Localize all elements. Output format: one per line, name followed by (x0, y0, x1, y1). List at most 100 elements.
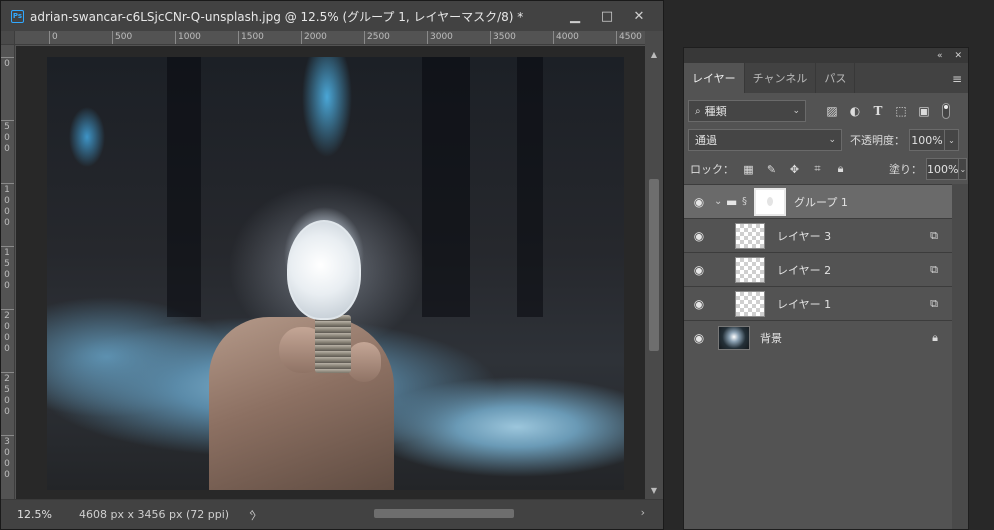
ruler-tick (1, 246, 14, 247)
visibility-eye-icon[interactable]: ◉ (684, 195, 714, 209)
blend-mode-select[interactable]: 通過 ⌄ (688, 129, 842, 151)
pixel-filter-icon[interactable]: ▨ (824, 103, 840, 119)
visibility-eye-icon[interactable]: ◉ (684, 263, 714, 277)
tab-paths[interactable]: パス (816, 63, 856, 93)
layer-thumbnail[interactable] (735, 222, 765, 249)
tab-channels[interactable]: チャンネル (745, 63, 817, 93)
vertical-scroll-thumb[interactable] (649, 179, 659, 351)
document-titlebar[interactable]: Ps adrian-swancar-c6LSjcCNr-Q-unsplash.j… (1, 1, 663, 31)
layer-thumbnail[interactable] (735, 256, 765, 283)
chevron-down-icon: ⌄ (792, 106, 800, 116)
layer-row-layer-2[interactable]: ◉ レイヤー 2 ⧉ (684, 253, 952, 287)
fill-label: 塗り： (889, 163, 922, 176)
ruler-tick (238, 31, 239, 44)
horizontal-scroll-thumb[interactable] (374, 509, 514, 518)
tree-trunk (517, 57, 543, 317)
lock-image-pixels-icon[interactable]: ✎ (765, 163, 778, 176)
ruler-label: 2500 (367, 32, 390, 42)
ruler-label: 3000 (430, 32, 453, 42)
blend-row: 通過 ⌄ 不透明度： 100% ⌄ (688, 129, 964, 151)
lock-icons: ▦ ✎ ✥ ⌗ 🔒︎ (742, 162, 847, 176)
layer-list-empty-area (684, 354, 952, 529)
layer-name[interactable]: グループ 1 (794, 194, 848, 210)
ruler-corner[interactable] (1, 31, 15, 45)
ruler-tick (427, 31, 428, 44)
visibility-eye-icon[interactable]: ◉ (684, 331, 714, 345)
visibility-eye-icon[interactable]: ◉ (684, 297, 714, 311)
opacity-input[interactable]: 100% (909, 129, 945, 151)
folder-icon: ▬ (726, 194, 738, 209)
horizontal-scrollbar[interactable]: ‹ › (249, 506, 645, 520)
adjustment-filter-icon[interactable]: ◐ (847, 103, 863, 119)
ruler-tick (175, 31, 176, 44)
lock-artboard-icon[interactable]: ⌗ (811, 162, 824, 176)
vertical-ruler[interactable]: 0 500 1000 1500 2000 2500 3000 (1, 45, 15, 499)
layer-name[interactable]: レイヤー 3 (777, 228, 831, 244)
ruler-tick (1, 435, 14, 436)
collapse-icon[interactable]: « (937, 51, 943, 61)
visibility-eye-icon[interactable]: ◉ (684, 229, 714, 243)
ruler-label: 4500 (619, 32, 642, 42)
layer-row-background[interactable]: ◉ 背景 🔒︎ (684, 321, 952, 355)
ruler-tick (616, 31, 617, 44)
ruler-tick (49, 31, 50, 44)
zoom-level[interactable]: 12.5% (17, 508, 57, 521)
layer-row-layer-3[interactable]: ◉ レイヤー 3 ⧉ (684, 219, 952, 253)
bulb-base-shape (315, 315, 351, 373)
layer-mask-thumbnail[interactable] (754, 187, 786, 216)
lock-position-icon[interactable]: ✥ (788, 163, 801, 176)
lock-all-icon[interactable]: 🔒︎ (834, 162, 847, 176)
layers-panel: « ✕ レイヤー チャンネル パス ≡ ⌕ 種類 ⌄ ▨ ◐ T ⬚ ▣ 通過 … (683, 47, 969, 530)
close-button[interactable]: ✕ (623, 1, 655, 31)
opacity-dropdown-icon[interactable]: ⌄ (945, 129, 959, 151)
ruler-label: 2000 (4, 311, 10, 354)
ruler-label: 1500 (4, 248, 10, 291)
layer-row-group-1[interactable]: ◉ ⌄ ▬ § グループ 1 (684, 185, 952, 219)
fill-input[interactable]: 100% (926, 158, 960, 180)
panel-close-icon[interactable]: ✕ (954, 51, 962, 61)
ruler-label: 4000 (556, 32, 579, 42)
ruler-label: 0 (52, 32, 58, 42)
tab-layers[interactable]: レイヤー (684, 63, 745, 93)
ruler-tick (553, 31, 554, 44)
ruler-label: 0 (4, 59, 10, 69)
lock-transparent-pixels-icon[interactable]: ▦ (742, 163, 755, 176)
layer-list-scrollbar[interactable] (952, 184, 968, 529)
vertical-scrollbar[interactable]: ▲ ▼ (645, 31, 663, 499)
mask-link-icon[interactable]: § (742, 196, 754, 207)
canvas-area[interactable] (16, 46, 645, 499)
layer-name[interactable]: レイヤー 1 (777, 296, 831, 312)
scroll-down-icon[interactable]: ▼ (645, 483, 663, 497)
layer-thumbnail[interactable] (735, 290, 765, 317)
layer-name[interactable]: レイヤー 2 (777, 262, 831, 278)
clipping-mask-icon: ⧉ (930, 296, 938, 310)
filter-toggle[interactable] (942, 103, 950, 119)
document-info[interactable]: 4608 px x 3456 px (72 ppi) (79, 508, 239, 521)
shape-filter-icon[interactable]: ⬚ (893, 103, 909, 119)
panel-menu-icon[interactable]: ≡ (952, 72, 962, 86)
ruler-label: 500 (115, 32, 133, 42)
panel-header[interactable]: « ✕ (684, 48, 968, 63)
lightbulb-shape (287, 220, 361, 320)
ruler-tick (490, 31, 491, 44)
maximize-button[interactable]: □ (591, 1, 623, 31)
background-thumbnail[interactable] (718, 325, 750, 350)
group-expand-chevron-icon[interactable]: ⌄ (714, 196, 726, 207)
ruler-label: 3000 (4, 437, 10, 480)
canvas-photo[interactable] (47, 57, 624, 490)
lock-label: ロック： (690, 163, 734, 176)
horizontal-ruler[interactable]: 0 500 1000 1500 2000 2500 3000 3500 4000… (1, 31, 645, 45)
smart-object-filter-icon[interactable]: ▣ (916, 103, 932, 119)
layer-name[interactable]: 背景 (760, 330, 782, 346)
fill-dropdown-icon[interactable]: ⌄ (959, 158, 968, 180)
scroll-left-icon[interactable]: ‹ (249, 506, 253, 519)
layer-row-layer-1[interactable]: ◉ レイヤー 1 ⧉ (684, 287, 952, 321)
scroll-right-icon[interactable]: › (641, 506, 645, 519)
ruler-tick (1, 120, 14, 121)
minimize-button[interactable]: ▁ (559, 1, 591, 31)
ruler-label: 2000 (304, 32, 327, 42)
filter-kind-select[interactable]: ⌕ 種類 ⌄ (688, 100, 806, 122)
finger-shape (347, 342, 381, 382)
scroll-up-icon[interactable]: ▲ (645, 47, 663, 61)
type-filter-icon[interactable]: T (870, 103, 886, 119)
